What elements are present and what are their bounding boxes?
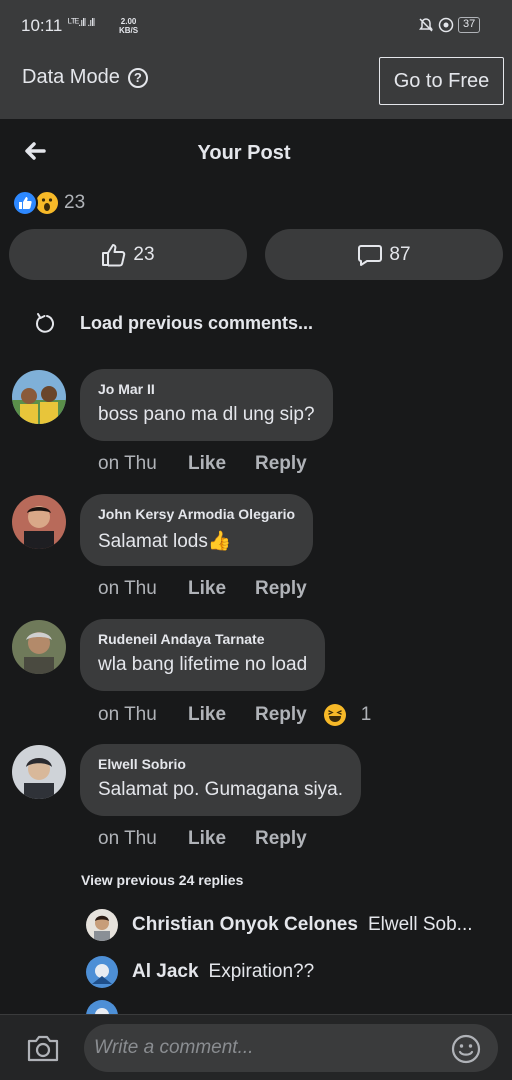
- refresh-icon: [36, 313, 54, 333]
- comment-time: on Thu: [98, 578, 157, 599]
- avatar[interactable]: [12, 495, 66, 549]
- comment-time: on Thu: [98, 453, 157, 474]
- comment-author[interactable]: Elwell Sobrio: [98, 756, 343, 772]
- view-previous-replies[interactable]: View previous 24 replies: [81, 872, 243, 888]
- reply-item[interactable]: Christian Onyok Celones Elwell Sob...: [86, 909, 473, 941]
- signal-icon: ᴸᵀᴱ.ıll .ıll: [68, 17, 95, 29]
- comment-actions: on Thu Like Reply: [98, 578, 307, 600]
- comment-bubble[interactable]: John Kersy Armodia Olegario Salamat lods…: [80, 494, 314, 566]
- data-mode-text: Data Mode: [22, 66, 120, 88]
- haha-reaction-icon: [323, 704, 346, 726]
- comment-input[interactable]: [84, 1024, 498, 1072]
- comment-count: 87: [389, 243, 411, 265]
- comment-bubble[interactable]: Rudeneil Andaya Tarnate wla bang lifetim…: [80, 619, 326, 691]
- comment-author[interactable]: Rudeneil Andaya Tarnate: [98, 631, 307, 647]
- notifications-off-icon: [419, 18, 433, 32]
- data-mode-label[interactable]: Data Mode ?: [22, 66, 148, 89]
- reply-author[interactable]: Al Jack: [132, 961, 199, 983]
- emoji-icon[interactable]: [451, 1034, 481, 1064]
- comment-like-button[interactable]: Like: [188, 704, 255, 726]
- avatar[interactable]: [12, 370, 66, 424]
- comment-reaction-count: 1: [360, 704, 372, 725]
- comment-reply-button[interactable]: Reply: [255, 828, 307, 850]
- comment-text: Salamat po. Gumagana siya.: [98, 779, 344, 800]
- comment-text: boss pano ma dl ung sip?: [98, 404, 315, 425]
- comment-reactions[interactable]: 1: [323, 703, 372, 727]
- reaction-count: 23: [64, 192, 86, 213]
- comment-author[interactable]: Jo Mar II: [98, 381, 315, 397]
- reply-item[interactable]: Al Jack Expiration??: [86, 956, 314, 988]
- status-time: 10:11: [21, 16, 63, 35]
- camera-icon[interactable]: [26, 1033, 60, 1063]
- comment-button[interactable]: 87: [265, 229, 503, 280]
- comment-composer: [0, 1014, 512, 1080]
- comment-actions: on Thu Like Reply: [98, 828, 307, 850]
- reply-text: Elwell Sob...: [367, 914, 473, 935]
- comment-actions: on Thu Like Reply: [98, 453, 307, 475]
- avatar[interactable]: [86, 909, 118, 941]
- comment-actions: on Thu Like Reply 1: [98, 703, 371, 727]
- comment-icon: [358, 244, 383, 266]
- comment-time: on Thu: [98, 704, 157, 725]
- reply-text: Expiration??: [208, 961, 315, 982]
- comment-bubble[interactable]: Jo Mar II boss pano ma dl ung sip?: [80, 369, 333, 441]
- reaction-summary[interactable]: 23: [12, 190, 85, 216]
- comment-like-button[interactable]: Like: [188, 453, 255, 475]
- status-icons: 37: [418, 17, 481, 33]
- load-previous-label: Load previous comments...: [80, 312, 314, 333]
- comment-reply-button[interactable]: Reply: [255, 578, 307, 600]
- network-speed: 2.00 KB/S: [119, 17, 139, 35]
- like-count: 23: [133, 243, 155, 265]
- like-reaction-icon: [12, 190, 38, 216]
- comment-like-button[interactable]: Like: [188, 828, 255, 850]
- avatar[interactable]: [12, 745, 66, 799]
- like-button[interactable]: 23: [9, 229, 247, 280]
- comment-like-button[interactable]: Like: [188, 578, 255, 600]
- comment-reply-button[interactable]: Reply: [255, 453, 307, 475]
- comment-text: wla bang lifetime no load: [98, 654, 308, 675]
- data-mode-bar: Data Mode ? Go to Free: [0, 40, 512, 119]
- data-saver-icon: [438, 17, 454, 33]
- comment-author[interactable]: John Kersy Armodia Olegario: [98, 506, 295, 522]
- thumbs-up-icon: [102, 243, 126, 266]
- avatar[interactable]: [86, 956, 118, 988]
- comment-text: Salamat lods👍: [98, 531, 232, 552]
- help-icon[interactable]: ?: [127, 67, 148, 88]
- comment-bubble[interactable]: Elwell Sobrio Salamat po. Gumagana siya.: [80, 744, 362, 816]
- comment-reply-button[interactable]: Reply: [255, 704, 307, 726]
- comment-time: on Thu: [98, 828, 157, 849]
- page-title: Your Post: [197, 142, 291, 164]
- battery-icon: 37: [458, 17, 481, 33]
- avatar[interactable]: [12, 620, 66, 674]
- load-previous-comments[interactable]: Load previous comments...: [34, 312, 313, 334]
- status-bar: 10:11 ᴸᵀᴱ.ıll .ıll 2.00 KB/S 37: [0, 0, 512, 40]
- go-to-free-button[interactable]: Go to Free: [379, 57, 504, 105]
- reply-author[interactable]: Christian Onyok Celones: [132, 914, 358, 936]
